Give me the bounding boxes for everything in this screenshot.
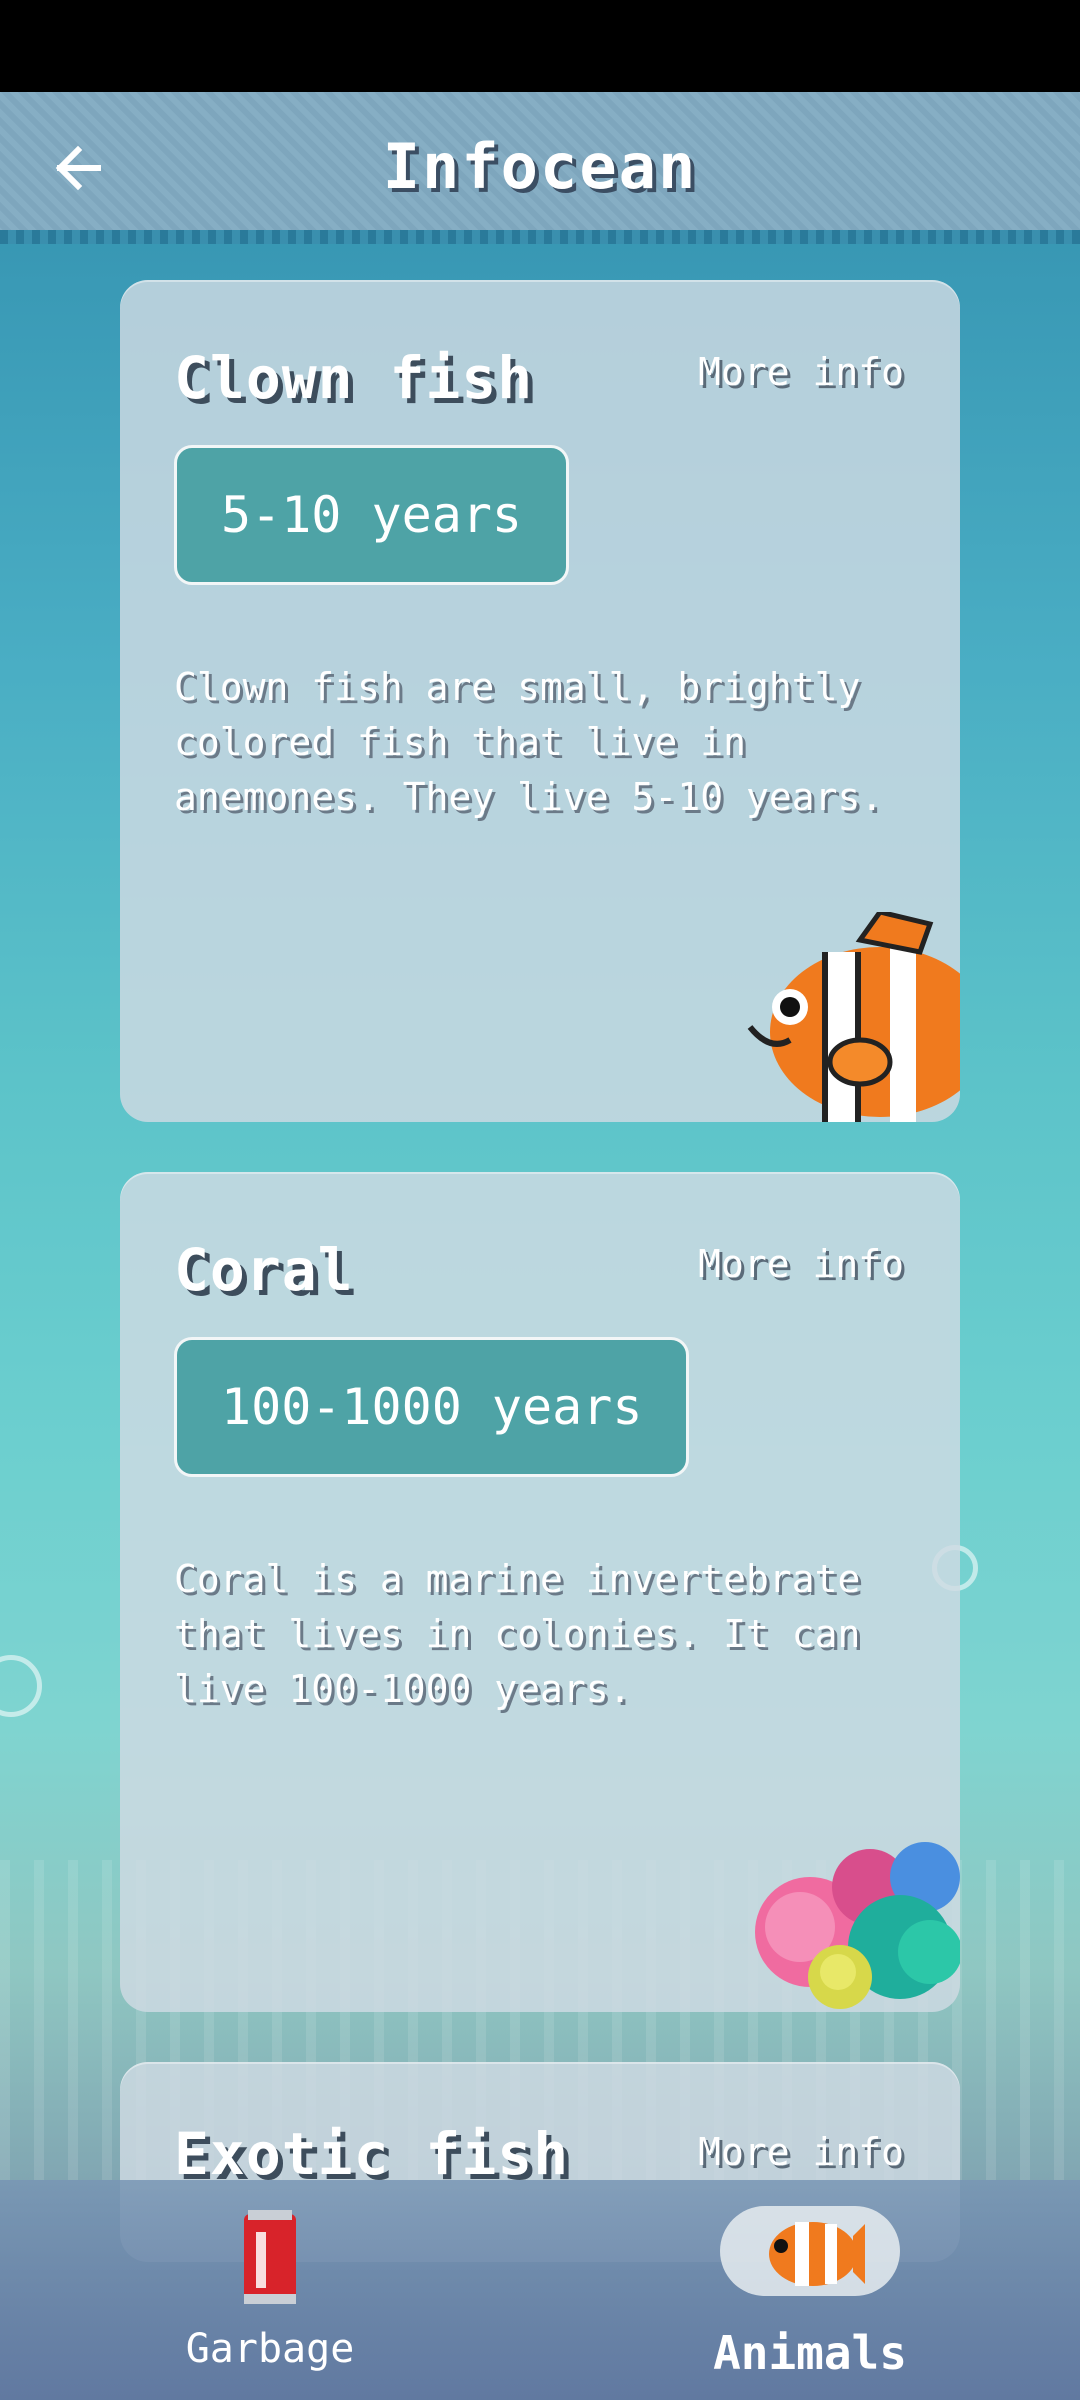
bubble-decoration [0, 1655, 42, 1717]
card-title: Exotic fish [174, 2120, 570, 2188]
card-title: Coral [174, 1236, 354, 1304]
animal-card-clown-fish[interactable]: Clown fish More info 5-10 years Clown fi… [120, 280, 960, 1122]
more-info-link[interactable]: More info [698, 350, 904, 394]
more-info-link[interactable]: More info [698, 2130, 904, 2174]
status-bar [0, 0, 1080, 92]
more-info-link[interactable]: More info [698, 1242, 904, 1286]
nav-label: Garbage [185, 2326, 355, 2372]
lifespan-badge: 100-1000 years [174, 1337, 690, 1477]
lifespan-badge: 5-10 years [174, 445, 570, 585]
nav-item-animals[interactable]: Animals [690, 2180, 930, 2400]
bottom-navigation: Garbage Animals [0, 2180, 1080, 2400]
card-title: Clown fish [174, 344, 534, 412]
card-description: Coral is a marine invertebrate that live… [174, 1557, 861, 1711]
clownfish-icon [769, 2222, 865, 2286]
soda-can-icon [244, 2210, 296, 2304]
app-bar: Infocean [0, 92, 1080, 244]
nav-label: Animals [713, 2326, 907, 2380]
nav-item-garbage[interactable]: Garbage [150, 2180, 390, 2400]
card-description: Clown fish are small, brightly colored f… [174, 665, 884, 819]
coral-icon [755, 1842, 960, 2009]
clownfish-icon [747, 912, 960, 1122]
page-title: Infocean [382, 130, 698, 203]
animal-card-coral[interactable]: Coral More info 100-1000 years Coral is … [120, 1172, 960, 2012]
